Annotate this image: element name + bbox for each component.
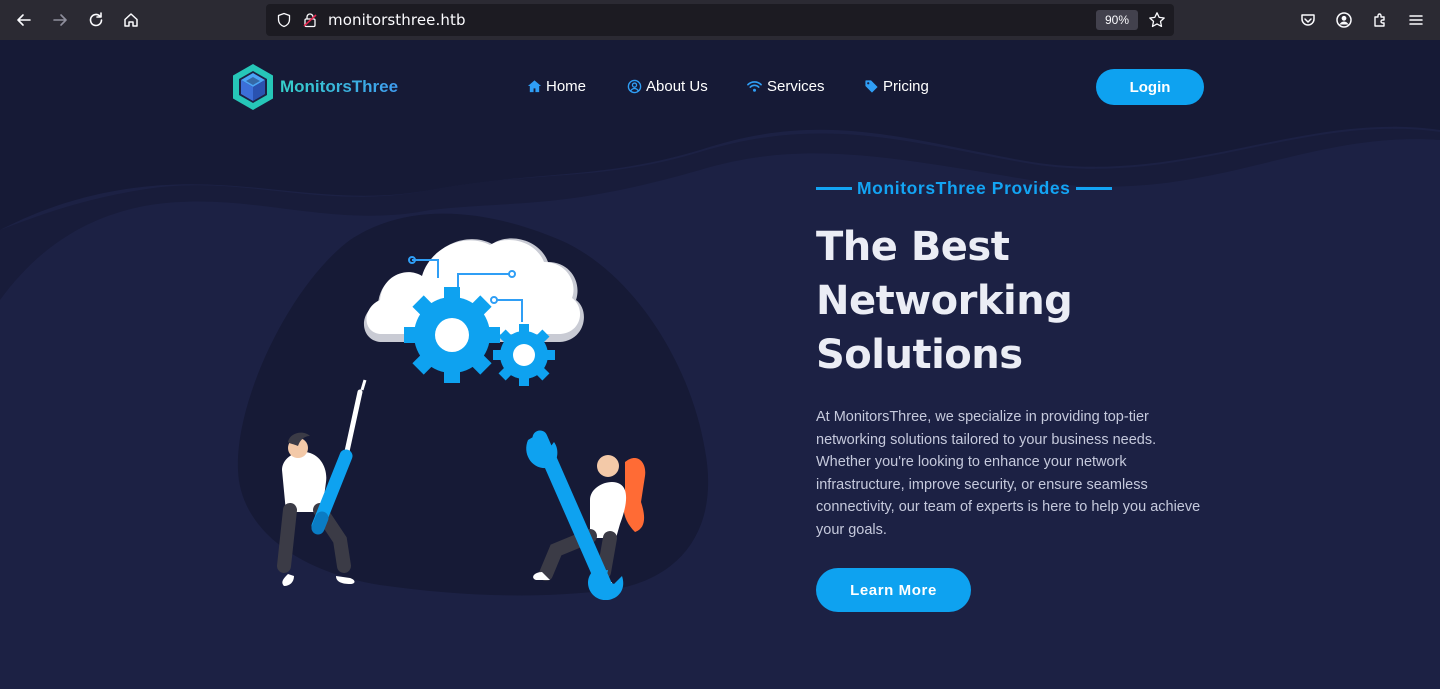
bookmark-star-icon[interactable] [1148,11,1166,29]
headline-line-1: The Best [816,224,1010,270]
site-logo[interactable]: MonitorsThree [230,62,398,112]
pocket-icon[interactable] [1296,8,1320,32]
url-bar[interactable]: monitorsthree.htb 90% [266,4,1174,36]
nav-pricing-label: Pricing [883,78,929,95]
logo-text: MonitorsThree [280,77,399,96]
hero-description: At MonitorsThree, we specialize in provi… [816,409,1201,538]
page: MonitorsThree Home About Us Services Pri… [0,40,1440,689]
extensions-icon[interactable] [1368,8,1392,32]
nav-services[interactable]: Services [746,78,825,95]
browser-toolbar: monitorsthree.htb 90% [0,0,1440,40]
tag-icon [865,80,878,93]
login-button[interactable]: Login [1096,69,1204,105]
nav-about-us[interactable]: About Us [627,78,708,95]
eyebrow-text: MonitorsThree Provides [857,178,1071,198]
hero-illustration [237,213,709,600]
headline-line-3: Solutions [816,332,1023,378]
user-circle-icon [627,79,642,94]
wifi-icon [747,81,762,92]
forward-icon[interactable] [48,8,72,32]
home-icon [527,80,542,93]
zoom-level[interactable]: 90% [1096,10,1138,30]
eyebrow-line-left [816,187,852,190]
nav-about-us-label: About Us [646,78,708,95]
menu-icon[interactable] [1404,8,1428,32]
eyebrow-line-right [1075,187,1112,190]
reload-icon[interactable] [84,8,108,32]
home-icon[interactable] [119,8,143,32]
gear-icon [404,287,500,383]
learn-more-button[interactable]: Learn More [816,568,971,612]
shield-icon[interactable] [276,12,292,28]
hero-eyebrow: MonitorsThree Provides [816,178,1112,199]
nav-pricing[interactable]: Pricing [864,78,929,95]
back-icon[interactable] [12,8,36,32]
headline-line-2: Networking [816,278,1073,324]
background-wave [0,40,1440,300]
url-text[interactable]: monitorsthree.htb [328,11,466,29]
nav-services-label: Services [767,78,825,95]
hero-headline: The Best Networking Solutions [816,220,1216,382]
small-gear-icon [493,324,555,386]
nav-home[interactable]: Home [527,78,586,95]
insecure-lock-icon[interactable] [302,12,318,28]
logo-cube-icon [233,64,273,110]
account-icon[interactable] [1332,8,1356,32]
nav-home-label: Home [546,78,587,95]
